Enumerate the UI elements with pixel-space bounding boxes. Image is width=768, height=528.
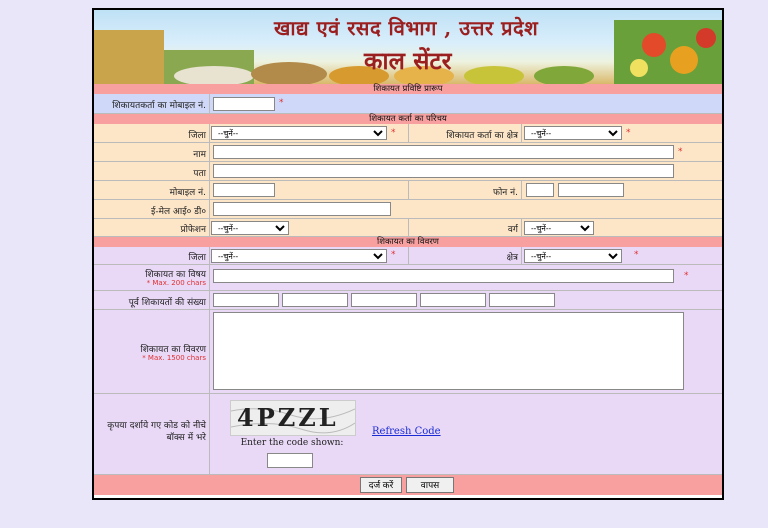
details-description-row: शिकायत का विवरण * Max. 1500 chars: [94, 310, 722, 394]
complaint-subject-input[interactable]: [213, 269, 674, 283]
complainant-phone-label: फोन नं.: [493, 188, 518, 198]
prev-complaints-label: पूर्व शिकायतों की संख्या: [128, 298, 206, 308]
complainant-district-select[interactable]: --चुनें--: [211, 126, 387, 140]
complainant-profession-row: प्रोफेशन --चुनें-- वर्ग --चुनें--: [94, 219, 722, 237]
prev-complaint-input-1[interactable]: [213, 293, 279, 307]
complainant-area-select[interactable]: --चुनें--: [524, 126, 622, 140]
refresh-code-link[interactable]: Refresh Code: [372, 426, 441, 437]
phone-std-input[interactable]: [526, 183, 554, 197]
required-mark: *: [391, 250, 396, 260]
required-mark: *: [391, 128, 396, 138]
complainant-area-label: शिकायत कर्ता का क्षेत्र: [446, 131, 518, 141]
prev-complaint-input-4[interactable]: [420, 293, 486, 307]
required-mark: *: [678, 147, 683, 157]
captcha-enter-label: Enter the code shown:: [240, 438, 344, 448]
details-area-label: क्षेत्र: [506, 253, 518, 263]
section-header-complainant: शिकायत कर्ता का परिचय: [94, 114, 722, 124]
subject-max-note: * Max. 200 chars: [146, 279, 206, 287]
complainant-category-label: वर्ग: [507, 225, 518, 235]
required-mark: *: [684, 271, 689, 281]
complainant-email-label: ई-मेल आई० डी०: [151, 207, 206, 217]
section-header-entry: शिकायत प्रविष्टि प्रारूप: [94, 84, 722, 94]
banner-subtitle: काल सेंटर: [364, 46, 452, 75]
details-area-select[interactable]: --चुनें--: [524, 249, 622, 263]
captcha-row: कृपया दर्शाये गए कोड को नीचे बॉक्स में भ…: [94, 394, 722, 475]
complainant-mobile-input[interactable]: [213, 183, 275, 197]
entry-mobile-row: शिकायतकर्ता का मोबाइल नं. *: [94, 94, 722, 114]
complainant-name-label: नाम: [193, 150, 206, 160]
complainant-email-input[interactable]: [213, 202, 391, 216]
complaint-description-textarea[interactable]: [213, 312, 684, 390]
header-banner: खाद्य एवं रसद विभाग , उत्तर प्रदेश काल स…: [94, 10, 722, 84]
complainant-address-input[interactable]: [213, 164, 674, 178]
details-district-label: जिला: [188, 253, 206, 263]
phone-number-input[interactable]: [558, 183, 624, 197]
submit-button[interactable]: दर्ज करें: [360, 477, 402, 493]
back-button[interactable]: वापस: [406, 477, 454, 493]
prev-complaints-row: पूर्व शिकायतों की संख्या: [94, 291, 722, 310]
complainant-email-row: ई-मेल आई० डी०: [94, 200, 722, 219]
details-district-row: जिला --चुनें-- * क्षेत्र --चुनें-- *: [94, 247, 722, 265]
captcha-image: 4PZZL: [230, 400, 356, 436]
prev-complaint-input-2[interactable]: [282, 293, 348, 307]
description-max-note: * Max. 1500 chars: [142, 354, 206, 362]
prev-complaint-input-3[interactable]: [351, 293, 417, 307]
details-subject-row: शिकायत का विषय * Max. 200 chars *: [94, 265, 722, 291]
required-mark: *: [279, 98, 284, 108]
section-header-details: शिकायत का विवरण: [94, 237, 722, 247]
complainant-mobile-label: मोबाइल नं.: [169, 188, 206, 198]
complainant-mobile-row: मोबाइल नं. फोन नं.: [94, 181, 722, 200]
complainant-name-row: नाम *: [94, 143, 722, 162]
complainant-address-row: पता: [94, 162, 722, 181]
prev-complaint-input-5[interactable]: [489, 293, 555, 307]
complainant-district-label: जिला: [188, 131, 206, 141]
category-select[interactable]: --चुनें--: [524, 221, 594, 235]
complainant-district-row: जिला --चुनें-- * शिकायत कर्ता का क्षेत्र…: [94, 124, 722, 143]
entry-mobile-input[interactable]: [213, 97, 275, 111]
entry-mobile-label: शिकायतकर्ता का मोबाइल नं.: [112, 101, 206, 111]
required-mark: *: [634, 250, 639, 260]
complainant-address-label: पता: [193, 169, 206, 179]
complainant-profession-label: प्रोफेशन: [180, 225, 206, 235]
captcha-prompt: कृपया दर्शाये गए कोड को नीचे बॉक्स में भ…: [107, 421, 206, 443]
actions-row: दर्ज करें वापस: [94, 475, 722, 495]
required-mark: *: [626, 128, 631, 138]
form-frame: खाद्य एवं रसद विभाग , उत्तर प्रदेश काल स…: [92, 8, 724, 500]
captcha-text: 4PZZL: [237, 403, 339, 432]
banner-title: खाद्य एवं रसद विभाग , उत्तर प्रदेश: [274, 16, 539, 40]
profession-select[interactable]: --चुनें--: [211, 221, 289, 235]
captcha-input[interactable]: [267, 453, 313, 468]
details-district-select[interactable]: --चुनें--: [211, 249, 387, 263]
complainant-name-input[interactable]: [213, 145, 674, 159]
